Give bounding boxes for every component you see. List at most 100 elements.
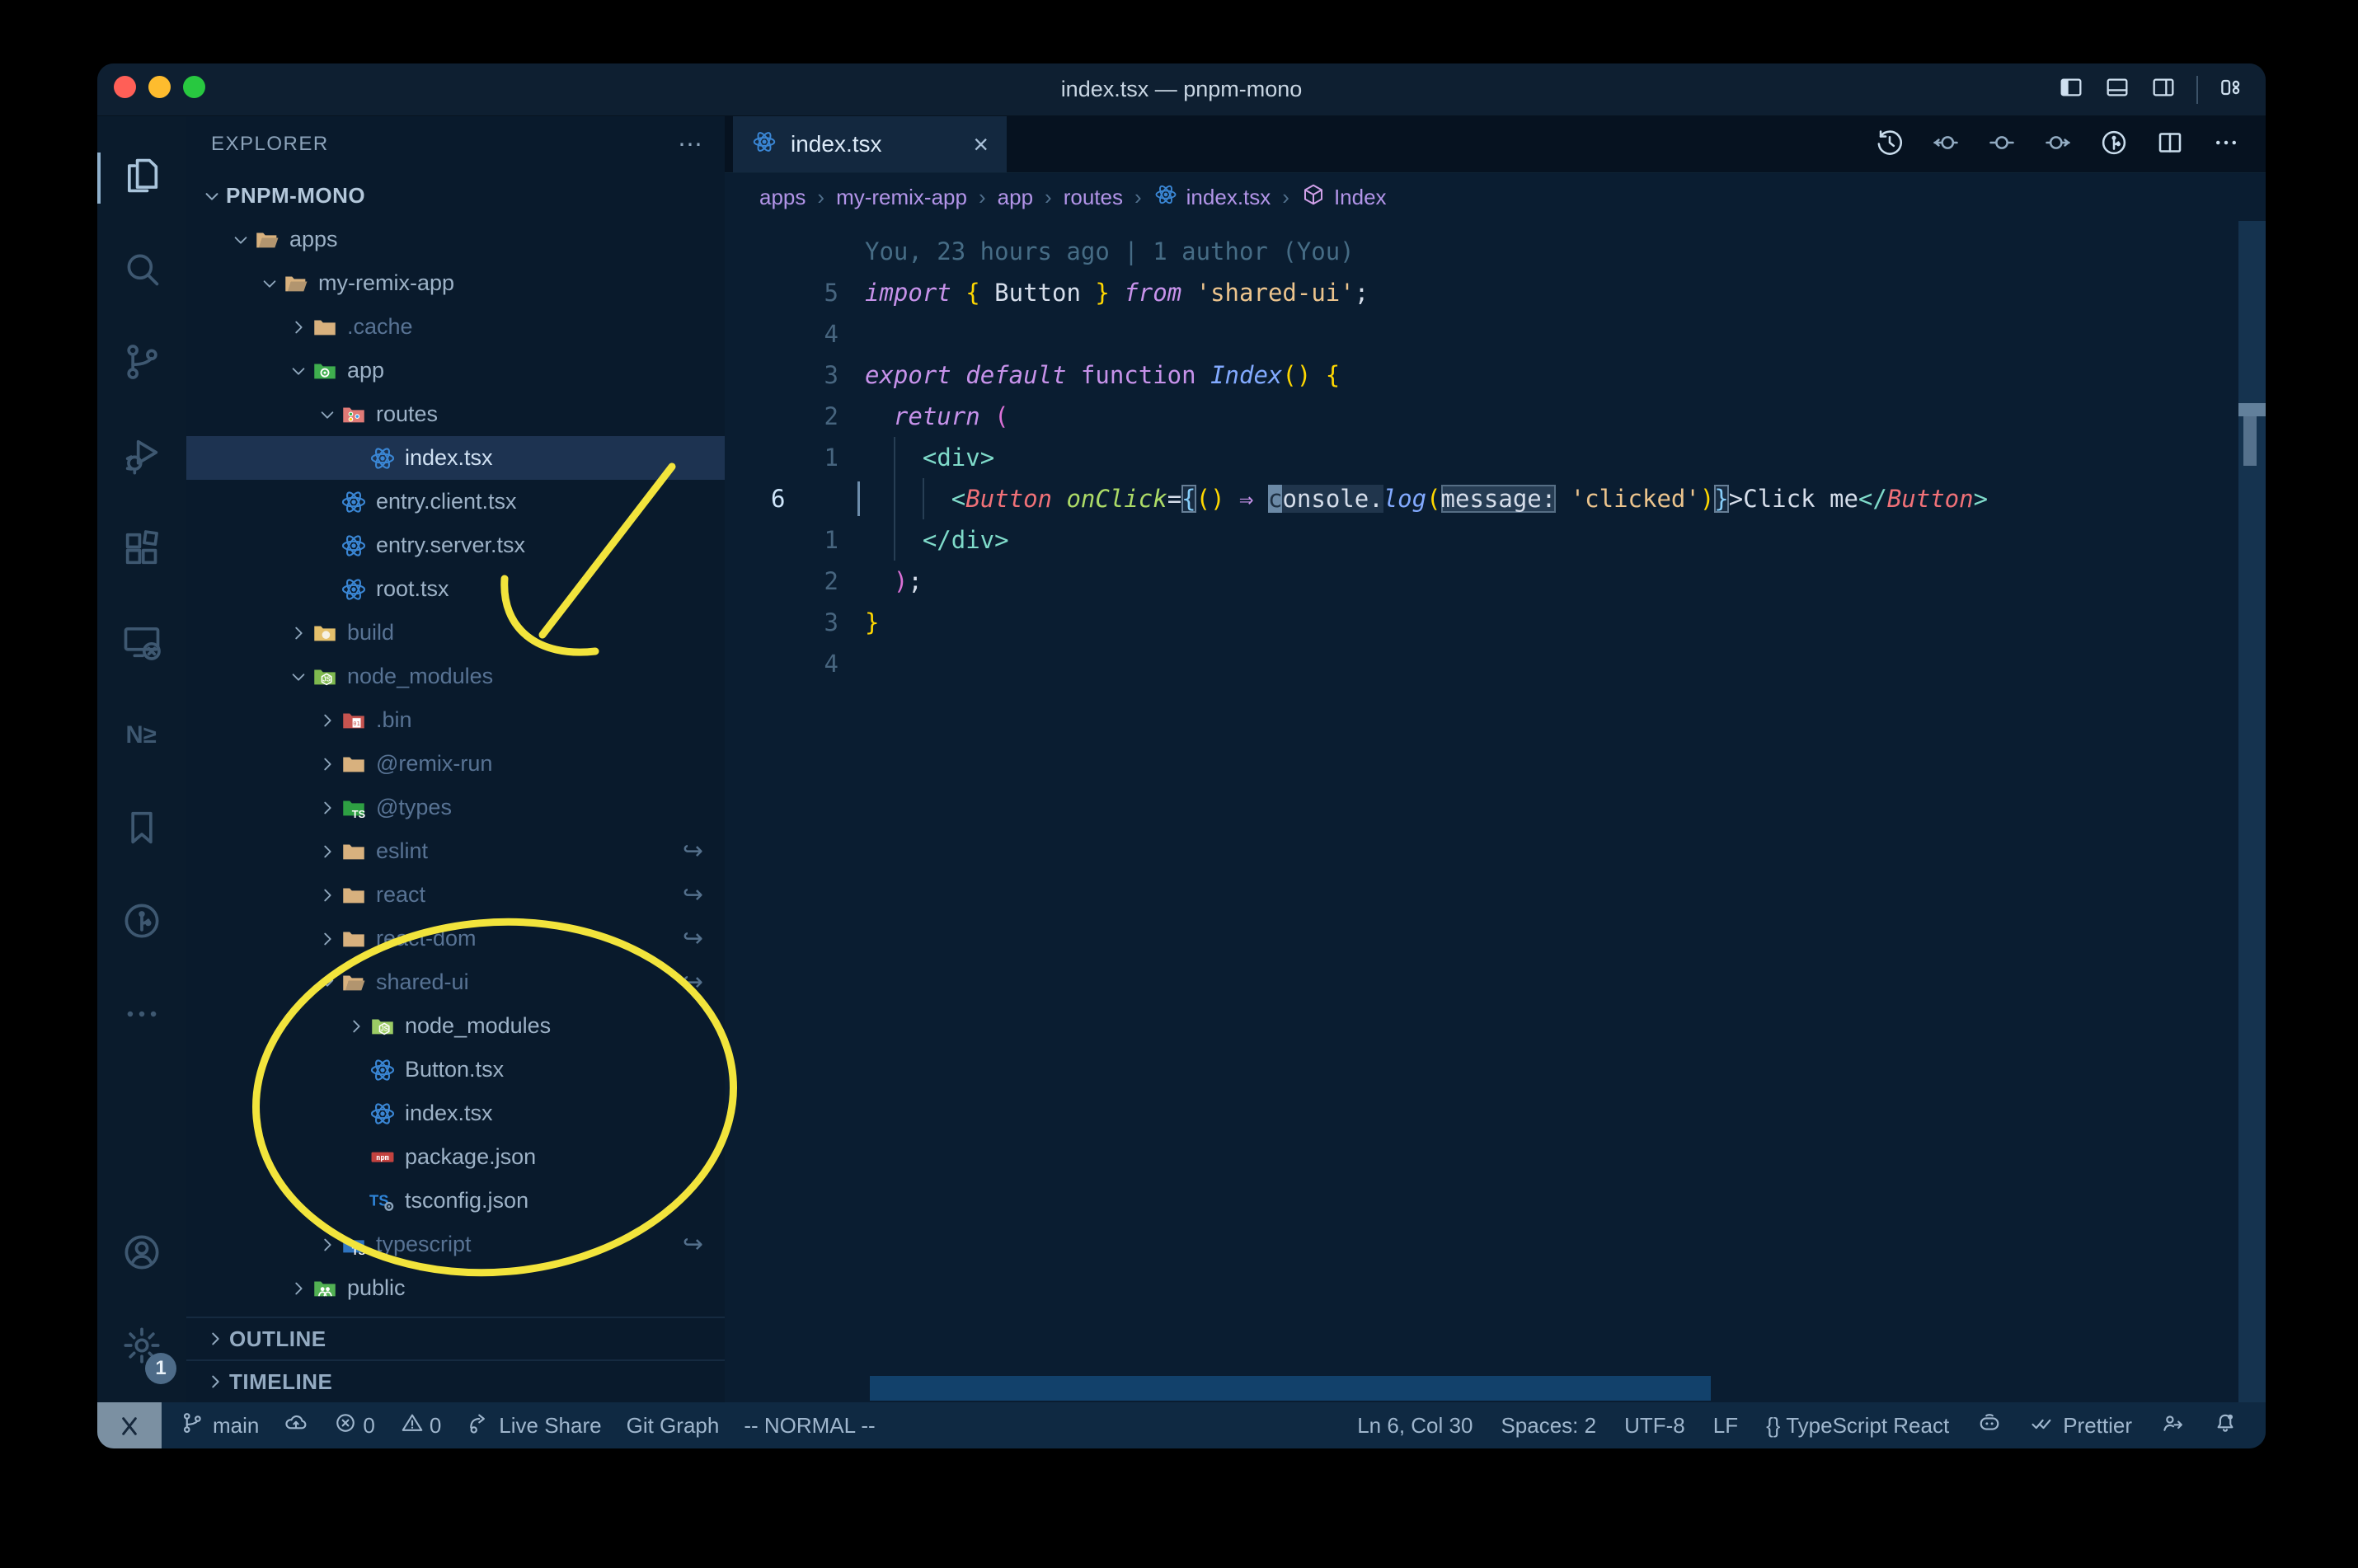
chevron-right-icon[interactable] [315, 1236, 340, 1254]
tree-item-index-tsx[interactable]: index.tsx [186, 1091, 725, 1135]
breadcrumb-item-index[interactable]: Index [1301, 182, 1387, 213]
breadcrumb-item-apps[interactable]: apps [759, 185, 806, 210]
activity-item-search[interactable] [97, 224, 186, 317]
breadcrumb-item-my-remix-app[interactable]: my-remix-app [836, 185, 967, 210]
code-line[interactable]: 4 [725, 313, 2266, 354]
chevron-down-icon[interactable] [228, 231, 253, 249]
title-bar[interactable]: index.tsx — pnpm-mono [97, 63, 2266, 116]
activity-item-bookmarks[interactable] [97, 783, 186, 876]
code-line[interactable]: 3 export default function Index() { [725, 354, 2266, 396]
breadcrumb-item-app[interactable]: app [998, 185, 1033, 210]
status-encoding[interactable]: UTF-8 [1624, 1413, 1685, 1439]
status-vim-mode[interactable]: -- NORMAL -- [744, 1413, 875, 1439]
next-change-icon[interactable] [2043, 128, 2073, 162]
activity-item-nx-console[interactable]: N≥ [97, 690, 186, 783]
code-line[interactable]: 1 <div> [725, 437, 2266, 478]
activity-item-extensions[interactable] [97, 504, 186, 597]
layout-panel-icon[interactable] [2104, 74, 2130, 105]
code-line-current[interactable]: 6 <Button onClick={() ⇒ console.log(mess… [725, 478, 2266, 519]
tree-item-node-modules[interactable]: JS node_modules [186, 1004, 725, 1048]
chevron-right-icon[interactable] [286, 1279, 311, 1298]
code-line[interactable]: 2 ); [725, 561, 2266, 602]
tree-item-public[interactable]: public [186, 1266, 725, 1310]
status-notifications[interactable] [2213, 1411, 2238, 1441]
tree-item-eslint[interactable]: eslint ↪ [186, 829, 725, 873]
tree-root-item[interactable]: PNPM-MONO [186, 174, 725, 218]
status-language-mode[interactable]: {} TypeScript React [1766, 1413, 1949, 1439]
tree-item-apps[interactable]: apps [186, 218, 725, 261]
status-git-graph[interactable]: Git Graph [627, 1413, 720, 1439]
tree-item-build[interactable]: build [186, 611, 725, 655]
activity-item-remote-explorer[interactable] [97, 597, 186, 690]
chevron-down-icon[interactable] [315, 974, 340, 992]
close-tab-icon[interactable]: × [973, 129, 989, 160]
chevron-down-icon[interactable] [286, 668, 311, 686]
explorer-more-actions-icon[interactable]: ⋯ [678, 130, 705, 159]
breadcrumb-item-routes[interactable]: routes [1064, 185, 1123, 210]
activity-item-source-control[interactable] [97, 317, 186, 411]
activity-item-settings[interactable]: 1 [97, 1301, 186, 1394]
status-feedback[interactable] [2160, 1411, 2185, 1441]
code-line[interactable]: 2 return ( [725, 396, 2266, 437]
chevron-right-icon[interactable] [286, 624, 311, 642]
chevron-right-icon[interactable] [315, 930, 340, 948]
chevron-right-icon[interactable] [315, 711, 340, 730]
code-line[interactable]: 1 </div> [725, 519, 2266, 561]
tree-item--types[interactable]: TS @types [186, 786, 725, 829]
tree-item-root-tsx[interactable]: root.tsx [186, 567, 725, 611]
chevron-right-icon[interactable] [315, 886, 340, 904]
chevron-right-icon[interactable] [344, 1017, 369, 1035]
status-prettier[interactable]: Prettier [2030, 1411, 2132, 1441]
tree-item--remix-run[interactable]: @remix-run [186, 742, 725, 786]
status-errors[interactable]: 0 [333, 1411, 375, 1441]
activity-item-gitlens[interactable] [97, 876, 186, 969]
tree-item-tsconfig-json[interactable]: TS tsconfig.json [186, 1179, 725, 1223]
chevron-down-icon[interactable] [315, 406, 340, 424]
tab-index-tsx[interactable]: index.tsx × [733, 116, 1007, 172]
tree-item-routes[interactable]: routes [186, 392, 725, 436]
tree-item--cache[interactable]: .cache [186, 305, 725, 349]
code-line[interactable]: 5 import { Button } from 'shared-ui'; [725, 272, 2266, 313]
horizontal-scrollbar[interactable] [870, 1376, 1711, 1401]
chevron-right-icon[interactable] [315, 843, 340, 861]
activity-item-run-debug[interactable] [97, 411, 186, 504]
tree-item-typescript[interactable]: TS typescript ↪ [186, 1223, 725, 1266]
tree-item-button-tsx[interactable]: Button.tsx [186, 1048, 725, 1091]
tree-item--bin[interactable]: 01 .bin [186, 698, 725, 742]
tree-item-index-tsx[interactable]: index.tsx [186, 436, 725, 480]
more-actions-icon[interactable] [2211, 128, 2241, 162]
chevron-down-icon[interactable] [257, 275, 282, 293]
chevron-right-icon[interactable] [315, 755, 340, 773]
status-indentation[interactable]: Spaces: 2 [1501, 1413, 1596, 1439]
vertical-scrollbar[interactable] [2238, 221, 2266, 1402]
code-line[interactable]: 3} [725, 602, 2266, 643]
activity-item-account[interactable] [97, 1208, 186, 1301]
chevron-right-icon[interactable] [315, 799, 340, 817]
activity-item-explorer[interactable] [97, 131, 186, 224]
chevron-down-icon[interactable] [286, 362, 311, 380]
sidebar-section-timeline[interactable]: TIMELINE [186, 1359, 725, 1402]
remote-indicator[interactable] [97, 1402, 162, 1448]
layout-customize-icon[interactable] [2218, 74, 2244, 105]
status-copilot[interactable] [1977, 1411, 2002, 1441]
tree-item-package-json[interactable]: npm package.json [186, 1135, 725, 1179]
tree-item-react[interactable]: react ↪ [186, 873, 725, 917]
layout-sidebar-left-icon[interactable] [2058, 74, 2084, 105]
gitlens-graph-icon[interactable] [2099, 128, 2129, 162]
tree-item-my-remix-app[interactable]: my-remix-app [186, 261, 725, 305]
status-eol[interactable]: LF [1713, 1413, 1738, 1439]
activity-item-more-views[interactable] [97, 969, 186, 1063]
status-git-branch[interactable]: main [180, 1411, 259, 1441]
breadcrumb-item-index-tsx[interactable]: index.tsx [1153, 182, 1271, 213]
code-editor[interactable]: You, 23 hours ago | 1 author (You) 5 impor… [725, 221, 2266, 1402]
tree-item-react-dom[interactable]: react-dom ↪ [186, 917, 725, 960]
status-publish[interactable] [284, 1411, 308, 1441]
tree-item-shared-ui[interactable]: shared-ui ↪ [186, 960, 725, 1004]
layout-sidebar-right-icon[interactable] [2150, 74, 2177, 105]
sidebar-section-outline[interactable]: OUTLINE [186, 1317, 725, 1359]
status-warnings[interactable]: 0 [400, 1411, 441, 1441]
prev-change-icon[interactable] [1931, 128, 1961, 162]
code-line[interactable]: 4 [725, 643, 2266, 684]
split-editor-icon[interactable] [2155, 128, 2185, 162]
status-live-share[interactable]: Live Share [466, 1411, 602, 1441]
